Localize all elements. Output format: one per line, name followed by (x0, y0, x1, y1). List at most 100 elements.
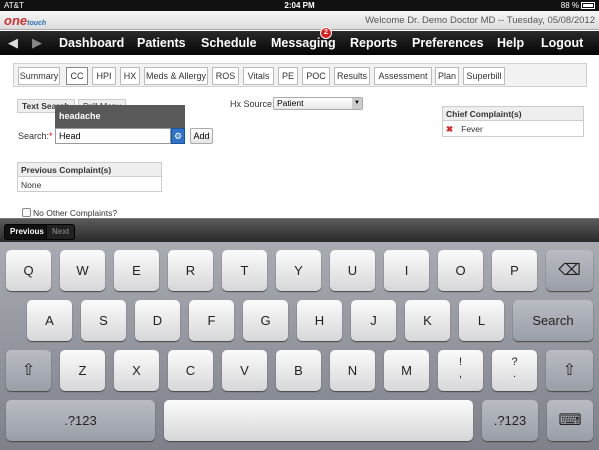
hide-keyboard-icon[interactable]: ⌨ (547, 400, 593, 441)
messaging-badge: 2 (320, 27, 332, 39)
key-r[interactable]: R (168, 250, 213, 291)
chief-complaint-item: ✖ Fever (443, 121, 583, 135)
key-j[interactable]: J (351, 300, 396, 341)
next-field-button[interactable]: Next (46, 224, 76, 240)
tab-vitals[interactable]: Vitals (243, 67, 274, 85)
autocomplete-suggestion[interactable]: headache (55, 105, 185, 129)
chevron-down-icon: ▼ (352, 98, 362, 109)
app-logo: onetouch (4, 13, 46, 28)
key-p[interactable]: P (492, 250, 537, 291)
tab-hx[interactable]: HX (120, 67, 140, 85)
key-w[interactable]: W (60, 250, 105, 291)
hx-source-select[interactable]: Patient ▼ (273, 97, 363, 110)
key-exclaim-comma[interactable]: !, (438, 350, 483, 391)
previous-complaints-box: Previous Complaint(s) None (17, 162, 162, 192)
space-bar[interactable] (164, 400, 473, 441)
nav-schedule[interactable]: Schedule (201, 36, 257, 50)
logo-sub: touch (27, 20, 47, 27)
key-exclaim-bottom: , (458, 368, 463, 380)
key-s[interactable]: S (81, 300, 126, 341)
no-other-complaints-label: No Other Complaints? (33, 208, 118, 218)
key-y[interactable]: Y (276, 250, 321, 291)
numbers-key-right[interactable]: .?123 (482, 400, 538, 441)
add-button[interactable]: Add (190, 128, 213, 144)
complaint-search-input[interactable]: Head (55, 128, 171, 144)
key-q[interactable]: Q (6, 250, 51, 291)
key-t[interactable]: T (222, 250, 267, 291)
app-header: onetouch Welcome Dr. Demo Doctor MD -- T… (0, 11, 599, 30)
tab-meds-allergy[interactable]: Meds & Allergy (144, 67, 208, 85)
key-question-bottom: . (512, 368, 517, 380)
search-key[interactable]: Search (513, 300, 593, 341)
key-z[interactable]: Z (60, 350, 105, 391)
tab-poc[interactable]: POC (302, 67, 330, 85)
key-h[interactable]: H (297, 300, 342, 341)
required-marker: * (49, 131, 53, 141)
key-f[interactable]: F (189, 300, 234, 341)
key-o[interactable]: O (438, 250, 483, 291)
key-d[interactable]: D (135, 300, 180, 341)
numbers-key-left[interactable]: .?123 (6, 400, 155, 441)
key-i[interactable]: I (384, 250, 429, 291)
tab-pe[interactable]: PE (278, 67, 298, 85)
shift-right-icon[interactable]: ⇧ (546, 350, 593, 391)
tab-hpi[interactable]: HPI (92, 67, 116, 85)
key-question-period[interactable]: ?. (492, 350, 537, 391)
key-v[interactable]: V (222, 350, 267, 391)
search-icon[interactable]: ⚙ (171, 128, 185, 144)
logo-main: one (4, 13, 28, 28)
key-k[interactable]: K (405, 300, 450, 341)
chief-complaint-text: Fever (461, 124, 483, 134)
welcome-text: Welcome Dr. Demo Doctor MD -- Tuesday, 0… (365, 15, 595, 26)
tab-plan[interactable]: Plan (435, 67, 459, 85)
nav-preferences[interactable]: Preferences (412, 36, 484, 50)
cc-panel: Summary CC HPI HX Meds & Allergy ROS Vit… (0, 55, 599, 218)
battery-icon (581, 2, 595, 10)
nav-dashboard[interactable]: Dashboard (59, 36, 124, 50)
clock: 2:04 PM (284, 1, 315, 10)
shift-left-icon[interactable]: ⇧ (6, 350, 51, 391)
key-question-top: ? (511, 356, 518, 368)
remove-icon[interactable]: ✖ (446, 124, 453, 134)
key-u[interactable]: U (330, 250, 375, 291)
previous-complaints-title: Previous Complaint(s) (18, 163, 161, 177)
chief-complaints-box: Chief Complaint(s) ✖ Fever (442, 106, 584, 137)
tab-results[interactable]: Results (334, 67, 370, 85)
nav-reports[interactable]: Reports (350, 36, 397, 50)
no-other-complaints-checkbox[interactable] (22, 208, 31, 217)
key-a[interactable]: A (27, 300, 72, 341)
key-b[interactable]: B (276, 350, 321, 391)
on-screen-keyboard: Q W E R T Y U I O P ⌫ A S D F G H J K L … (0, 242, 599, 450)
key-x[interactable]: X (114, 350, 159, 391)
forward-arrow-icon[interactable]: ▶ (32, 35, 42, 51)
key-e[interactable]: E (114, 250, 159, 291)
nav-patients[interactable]: Patients (137, 36, 186, 50)
chart-tabs: Summary CC HPI HX Meds & Allergy ROS Vit… (13, 63, 587, 87)
backspace-key-icon[interactable]: ⌫ (546, 250, 593, 291)
key-g[interactable]: G (243, 300, 288, 341)
search-label: Search:* (18, 131, 53, 141)
search-label-text: Search: (18, 131, 50, 141)
hx-source-value: Patient (277, 98, 304, 108)
tab-superbill[interactable]: Superbill (463, 67, 505, 85)
key-l[interactable]: L (459, 300, 504, 341)
tab-cc[interactable]: CC (66, 67, 88, 85)
nav-help[interactable]: Help (497, 36, 524, 50)
status-bar: AT&T 2:04 PM 88 % (0, 0, 599, 11)
tab-assessment[interactable]: Assessment (374, 67, 432, 85)
tab-ros[interactable]: ROS (212, 67, 239, 85)
back-arrow-icon[interactable]: ◀ (8, 35, 18, 51)
main-nav: ◀ ▶ Dashboard Patients Schedule Messagin… (0, 27, 599, 55)
hx-source-label: Hx Source: (230, 99, 275, 109)
key-n[interactable]: N (330, 350, 375, 391)
tab-summary[interactable]: Summary (18, 67, 60, 85)
previous-complaints-value: None (21, 180, 42, 190)
key-m[interactable]: M (384, 350, 429, 391)
nav-logout[interactable]: Logout (541, 36, 583, 50)
previous-field-button[interactable]: Previous (4, 224, 50, 240)
key-c[interactable]: C (168, 350, 213, 391)
ipad-screen: AT&T 2:04 PM 88 % onetouch Welcome Dr. D… (0, 0, 599, 450)
key-exclaim-top: ! (458, 356, 463, 368)
chief-complaints-title: Chief Complaint(s) (443, 107, 583, 121)
battery-label: 88 % (560, 1, 579, 10)
